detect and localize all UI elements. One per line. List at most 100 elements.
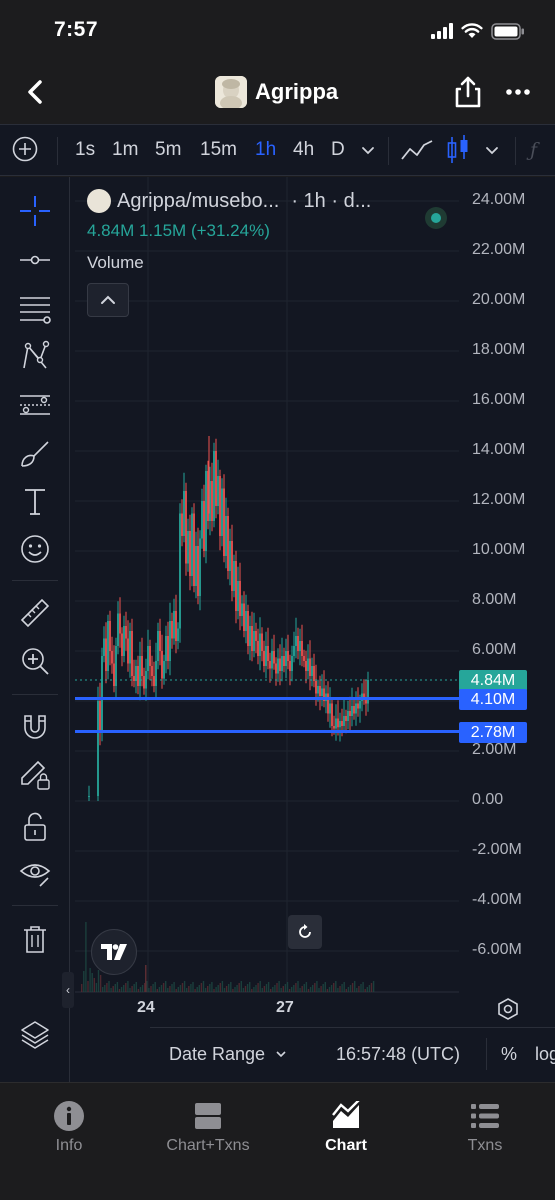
candle-body [355, 703, 357, 714]
candle-body [311, 666, 313, 676]
chart-type-dropdown[interactable] [482, 138, 502, 162]
trend-line-tool[interactable] [14, 240, 56, 280]
candle-body [211, 481, 213, 521]
brush-icon [21, 441, 49, 467]
cellular-signal-icon [431, 23, 453, 39]
candles-button[interactable] [446, 133, 470, 167]
interval-4h[interactable]: 4h [293, 125, 314, 175]
candle-body [205, 471, 207, 551]
tab-chart[interactable]: Chart [291, 1099, 401, 1163]
candle-body [313, 666, 315, 681]
chart-toolbar: 1s 1m 5m 15m 1h 4h D ƒ [0, 124, 555, 176]
candle-body [227, 516, 229, 571]
volume-bar [202, 981, 205, 992]
measure-tool[interactable] [14, 593, 56, 633]
chevron-down-icon [276, 1051, 286, 1058]
volume-bar [238, 983, 240, 992]
interval-1m[interactable]: 1m [112, 125, 138, 175]
candle-body [247, 611, 249, 646]
candle-body [121, 633, 123, 656]
add-symbol-button[interactable] [12, 136, 38, 164]
pattern-tool[interactable] [14, 337, 56, 377]
emoji-tool[interactable] [14, 529, 56, 569]
tab-info[interactable]: Info [14, 1099, 124, 1163]
toolbar-collapse-tab[interactable]: ‹ [62, 972, 74, 1008]
lock-tool[interactable] [14, 807, 56, 847]
volume-bar [249, 982, 251, 992]
volume-bar [188, 986, 190, 992]
volume-bar [120, 987, 123, 992]
candle-body [329, 703, 331, 714]
candle-body [337, 718, 339, 728]
tradingview-logo[interactable] [91, 929, 137, 975]
interval-15m[interactable]: 15m [200, 125, 237, 175]
fib-tool[interactable] [14, 289, 56, 329]
volume-bar [116, 982, 119, 992]
candle-body [317, 686, 319, 694]
candle-body [223, 488, 225, 556]
candle-body [137, 666, 139, 686]
text-tool[interactable] [14, 481, 56, 521]
battery-icon [491, 22, 524, 40]
zoom-tool[interactable] [14, 641, 56, 681]
interval-5m[interactable]: 5m [155, 125, 181, 175]
horizontal-line-icon [20, 255, 50, 265]
price-axis-label: 18.00M [472, 341, 526, 358]
interval-1h[interactable]: 1h [255, 125, 276, 175]
interval-d[interactable]: D [331, 125, 345, 175]
utc-clock[interactable]: 16:57:48 (UTC) [336, 1044, 460, 1065]
share-button[interactable] [452, 74, 484, 110]
volume-bar [303, 984, 305, 992]
interval-1s[interactable]: 1s [75, 125, 95, 175]
candle-body [321, 688, 323, 696]
lock-drawing-tool[interactable] [14, 755, 56, 795]
indicators-icon[interactable]: ƒ [530, 125, 537, 175]
volume-bar [160, 985, 163, 992]
visibility-tool[interactable] [14, 853, 56, 893]
tab-txns[interactable]: Txns [430, 1099, 540, 1163]
line-chart-button[interactable] [400, 135, 434, 165]
interval-dropdown[interactable] [358, 138, 378, 162]
crosshair-tool[interactable] [14, 191, 56, 231]
prediction-tool[interactable] [14, 385, 56, 425]
eye-icon [19, 864, 51, 887]
tab-chart-txns[interactable]: Chart+Txns [153, 1099, 263, 1163]
candle-body [157, 631, 159, 661]
candle-body [99, 701, 101, 731]
more-icon [506, 89, 530, 95]
volume-bar [192, 982, 194, 992]
volume-bar [223, 988, 226, 992]
candle-body [197, 546, 199, 596]
layers-tool[interactable] [14, 1015, 56, 1055]
volume-bar [196, 987, 198, 992]
candle-body [189, 531, 191, 576]
date-range-button[interactable]: Date Range [169, 1044, 288, 1065]
candle-body [125, 626, 127, 639]
delete-tool[interactable] [14, 919, 56, 959]
magnet-tool[interactable] [14, 707, 56, 747]
unlock-icon [24, 812, 46, 841]
candle-body [181, 513, 183, 536]
candle-body [231, 541, 233, 591]
reset-chart-button[interactable] [288, 915, 322, 949]
chart-settings-button[interactable] [496, 997, 520, 1026]
log-toggle[interactable]: log [535, 1044, 555, 1065]
price-axis-label: 24.00M [472, 191, 526, 208]
percent-toggle[interactable]: % [501, 1044, 517, 1065]
settings-hexagon-icon [498, 998, 518, 1020]
candle-body [277, 658, 279, 674]
volume-bar [270, 989, 272, 992]
volume-bar [150, 986, 152, 992]
bottom-divider [486, 1038, 487, 1070]
line-chart-icon [401, 140, 433, 160]
volume-bar [97, 970, 100, 992]
candle-body [149, 646, 151, 666]
volume-bar [278, 981, 280, 992]
candle-body [333, 726, 335, 729]
candle-body [161, 651, 163, 679]
candle-body [135, 666, 137, 681]
legend-collapse-button[interactable] [87, 283, 129, 317]
brush-tool[interactable] [14, 433, 56, 473]
back-button[interactable] [18, 74, 54, 110]
more-options-button[interactable] [500, 74, 536, 110]
